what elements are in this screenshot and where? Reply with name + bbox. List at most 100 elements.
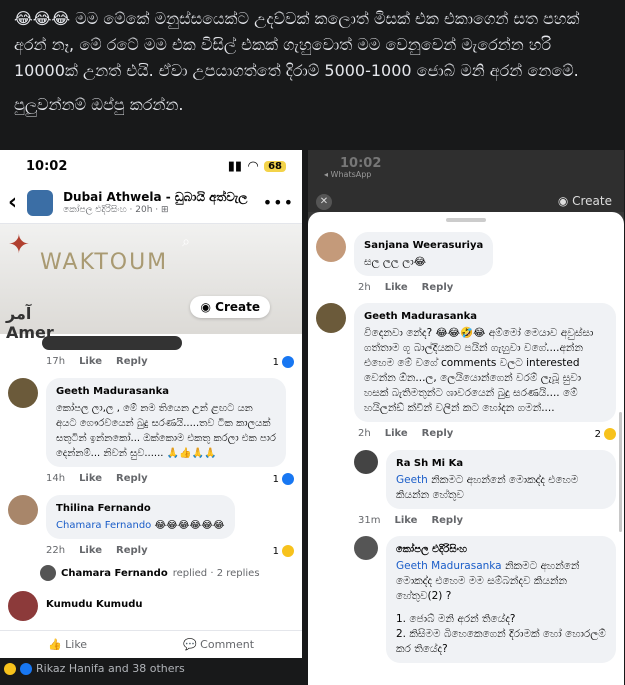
reaction-count[interactable]: 1 <box>273 356 294 368</box>
more-options-icon[interactable]: ••• <box>263 193 294 212</box>
comment: Thilina Fernando Chamara Fernando 😂😂😂😂😂😂 <box>0 495 302 539</box>
status-time: 10:02 <box>340 156 382 171</box>
reaction-count-value: 1 <box>272 356 279 368</box>
reaction-count[interactable]: 1 <box>273 473 294 485</box>
reply-link[interactable]: Reply <box>431 515 463 526</box>
avatar[interactable] <box>316 232 346 262</box>
comment-author[interactable]: Kumudu Kumudu <box>46 591 143 621</box>
create-button-label: Create <box>572 194 612 208</box>
comments-sheet: Sanjana Weerasuriya සල ලල ලා😂 2h Like Re… <box>308 212 624 685</box>
brand-logo-icon: ✦ <box>8 230 30 260</box>
haha-reaction-icon <box>282 545 294 557</box>
comment-author[interactable]: Geeth Madurasanka <box>364 309 606 324</box>
post-action-bar: 👍 Like 💬 Comment <box>0 630 302 658</box>
comment-meta: 2h Like Reply <box>308 282 624 293</box>
comment-author[interactable]: Sanjana Weerasuriya <box>364 238 483 253</box>
like-action-button[interactable]: 👍 Like <box>48 638 87 651</box>
battery-icon: 68 <box>264 160 286 172</box>
like-link[interactable]: Like <box>79 473 102 485</box>
comment-bubble: Thilina Fernando Chamara Fernando 😂😂😂😂😂😂 <box>46 495 235 539</box>
back-arrow-icon[interactable]: ‹ <box>8 190 17 215</box>
reply-author[interactable]: Ra Sh Mi Ka <box>396 456 606 471</box>
group-header: ‹ Dubai Athwela - ඩුබායි අත්වැල කෝපල එදි… <box>0 182 302 224</box>
like-link[interactable]: Like <box>79 545 102 557</box>
avatar[interactable] <box>8 591 38 621</box>
comment-time: 2h <box>358 428 371 439</box>
left-screenshot: 10:02 ▮▮ ◠ 68 ‹ Dubai Athwela - ඩුබායි අ… <box>0 150 302 640</box>
comment-time: 17h <box>46 356 66 367</box>
like-action-label: Like <box>65 638 88 651</box>
replier-name: Chamara Fernando <box>61 567 168 579</box>
reactions-text: Rikaz Hanifa and 38 others <box>36 662 185 675</box>
comment-time: 22h <box>46 545 66 556</box>
avatar[interactable] <box>8 378 38 408</box>
reply: කෝපල එදිරිසිංහ Geeth Madurasanka නිකමට අ… <box>308 536 624 663</box>
comment-text: සල ලල ලා😂 <box>364 256 426 268</box>
comment: Geeth Madurasanka කෝපල ලා,ල , මේ නම තියෙ… <box>0 378 302 467</box>
mention-link[interactable]: Geeth <box>396 474 428 486</box>
group-title[interactable]: Dubai Athwela - ඩුබායි අත්වැල <box>63 190 247 205</box>
reply-bubble: කෝපල එදිරිසිංහ Geeth Madurasanka නිකමට අ… <box>386 536 616 663</box>
reaction-count[interactable]: 1 <box>273 545 294 557</box>
reply-link[interactable]: Reply <box>422 282 454 293</box>
post-image-banner: ✦ WAKTOUM ⌕ آمر Amer ◉ Create <box>0 224 302 342</box>
camera-icon: ◉ <box>557 194 569 208</box>
comment-bubble: Geeth Madurasanka විදෙනවා නේද? 😂😂🤣😂 අම්ම… <box>354 303 616 422</box>
avatar[interactable] <box>354 536 378 560</box>
comment-text: කෝපල ලා,ල , මේ නම තියෙන උන් ළඟට යන අයට ග… <box>56 403 276 459</box>
reply-link[interactable]: Reply <box>422 428 454 440</box>
reactions-summary[interactable]: Rikaz Hanifa and 38 others <box>0 662 185 675</box>
whatsapp-back-link[interactable]: ◂ WhatsApp <box>324 170 371 179</box>
like-reaction-icon <box>282 473 294 485</box>
cropped-comment <box>42 336 182 350</box>
avatar[interactable] <box>354 450 378 474</box>
thumbs-up-icon: 👍 <box>47 638 62 651</box>
like-link[interactable]: Like <box>79 356 102 368</box>
like-link[interactable]: Like <box>385 428 408 440</box>
comment-text: විදෙනවා නේද? 😂😂🤣😂 අම්මෝ මෙයාව අවුස්සා ගත… <box>364 327 594 414</box>
post-paragraph-2: පුලුවන්නම් ඔප්පු කරන්න. <box>14 95 184 114</box>
reply: Ra Sh Mi Ka Geeth නිකමට අහන්නේ මොකද්ද එහ… <box>308 450 624 509</box>
mention-link[interactable]: Geeth Madurasanka <box>396 560 502 572</box>
like-link[interactable]: Like <box>394 515 417 526</box>
view-replies-link[interactable]: Chamara Fernando replied · 2 replies <box>0 565 302 581</box>
reaction-count-value: 1 <box>272 473 279 485</box>
mention-link[interactable]: Chamara Fernando <box>56 520 151 531</box>
like-reaction-icon <box>20 662 32 675</box>
comment: Kumudu Kumudu <box>0 591 302 621</box>
avatar[interactable] <box>8 495 38 525</box>
search-icon[interactable]: ⌕ <box>182 234 190 250</box>
reply-list-item: 1. ජොබ් මනි අරන් තියේද? <box>396 613 516 625</box>
reply-link[interactable]: Reply <box>116 545 148 557</box>
create-button[interactable]: ◉ Create <box>190 296 270 318</box>
reply-meta: 31m Like Reply <box>308 515 624 526</box>
comment-author[interactable]: Thilina Fernando <box>56 501 225 516</box>
group-avatar[interactable] <box>27 189 54 216</box>
comment: Sanjana Weerasuriya සල ලල ලා😂 <box>308 232 624 276</box>
create-button[interactable]: ◉ Create <box>558 194 612 208</box>
reply-link[interactable]: Reply <box>116 473 148 485</box>
haha-reaction-icon <box>604 428 616 440</box>
comment-action-label: Comment <box>200 638 255 651</box>
post-text: 😂😂😂 මම මේකේ මනුස්සයෙක්ට උදව්වක් කලොත් මි… <box>14 6 614 126</box>
comment-icon: 💬 <box>182 638 197 651</box>
haha-reaction-icon <box>4 662 16 675</box>
post-paragraph-1: 😂😂😂 මම මේකේ මනුස්සයෙක්ට උදව්වක් කලොත් මි… <box>14 9 580 80</box>
dimmed-header: 10:02 ◂ WhatsApp ✕ ◉ Create <box>308 150 624 212</box>
avatar[interactable] <box>316 303 346 333</box>
right-screenshot: 10:02 ◂ WhatsApp ✕ ◉ Create Sanjana Weer… <box>308 150 624 685</box>
comment: Geeth Madurasanka විදෙනවා නේද? 😂😂🤣😂 අම්ම… <box>308 303 624 422</box>
close-icon[interactable]: ✕ <box>316 194 332 210</box>
scrollbar[interactable] <box>619 412 622 532</box>
sheet-drag-handle[interactable] <box>446 218 486 222</box>
reply-author[interactable]: කෝපල එදිරිසිංහ <box>396 542 606 557</box>
comment-author[interactable]: Geeth Madurasanka <box>56 384 276 399</box>
reply-link[interactable]: Reply <box>116 356 148 368</box>
camera-icon: ◉ <box>200 300 211 314</box>
comment-bubble: Geeth Madurasanka කෝපල ලා,ල , මේ නම තියෙ… <box>46 378 286 467</box>
reaction-count-value: 2 <box>594 428 601 440</box>
comment-bubble: Sanjana Weerasuriya සල ලල ලා😂 <box>354 232 494 276</box>
reaction-count[interactable]: 2 <box>595 428 616 440</box>
comment-action-button[interactable]: 💬 Comment <box>183 638 254 651</box>
like-link[interactable]: Like <box>385 282 408 293</box>
